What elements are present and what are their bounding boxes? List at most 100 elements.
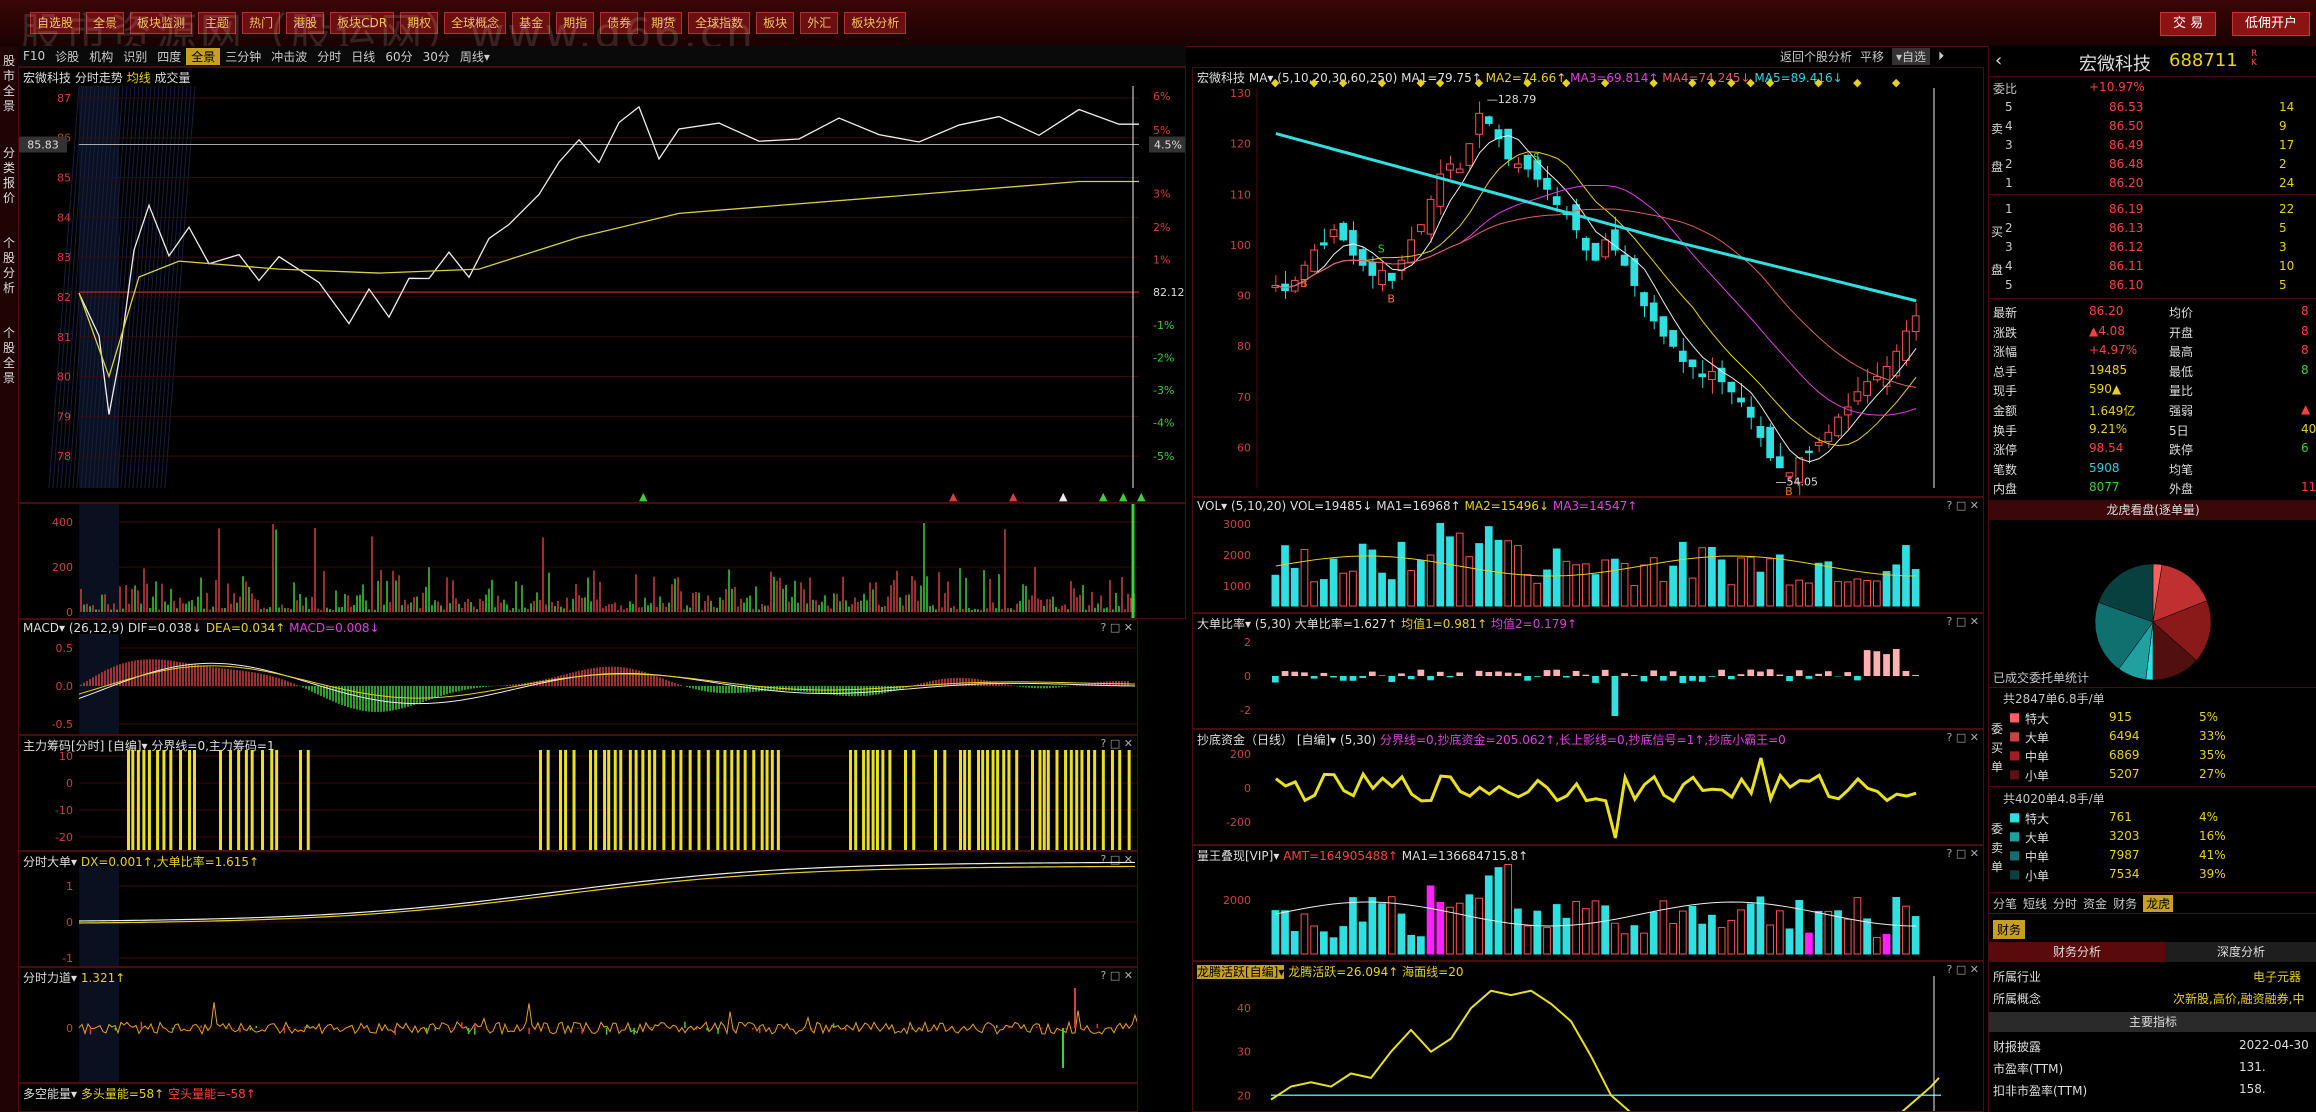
stat-value: +4.97%: [2089, 343, 2138, 358]
lwfx-bar: [1601, 905, 1610, 955]
sell-volume: 14: [2279, 100, 2295, 114]
quote-tab-4[interactable]: 财务: [2113, 895, 2137, 912]
big-ratio-chart[interactable]: 2 0 -2: [1193, 614, 1984, 729]
bottom-fund-chart[interactable]: 200 0 -200: [1193, 730, 1984, 845]
lwfx-bar: [1329, 937, 1338, 955]
toolbar-item-1[interactable]: 诊股: [50, 48, 84, 65]
ddb-bar: [1650, 670, 1658, 676]
kvol-bar: [1601, 559, 1610, 607]
ddb-bar: [1727, 676, 1735, 680]
toolbar-item-12[interactable]: 周线▾: [455, 48, 495, 65]
zlcm-bar: [131, 750, 135, 850]
kline-top-marker: ◆: [1378, 76, 1387, 89]
lwfx-bar: [1484, 875, 1493, 955]
zlcm-bar: [270, 750, 274, 850]
force-chart[interactable]: 0: [19, 968, 1138, 1083]
stat-label2: 最低: [2169, 364, 2194, 379]
kline-candle: [1601, 239, 1610, 258]
zlcm-bar: [1087, 750, 1091, 850]
toolbar-item-3[interactable]: 识别: [118, 48, 152, 65]
kline-candle: [1339, 222, 1348, 241]
side-label-row: 盘: [1989, 259, 2316, 279]
kline-candle: [1426, 198, 1435, 235]
stat-value2: 6: [2301, 441, 2309, 456]
ddb-bar: [1272, 676, 1279, 683]
quote-tab-0[interactable]: 分笔: [1993, 895, 2017, 912]
bull-bear-label[interactable]: 多空能量▾: [23, 1087, 77, 1101]
kline-candle: [1581, 237, 1590, 251]
signal-marker: ▲: [1099, 490, 1108, 503]
kline-sell-signal: S: [1533, 151, 1540, 164]
collapse-icon[interactable]: ⏵: [1938, 49, 1944, 64]
intraday-chart[interactable]: 8786858483828180797882.126%5%4.5%3%2%1%-…: [19, 68, 1186, 503]
kline-candle: [1368, 261, 1377, 276]
dd-auction-zone: [79, 866, 119, 966]
back-to-analysis-button[interactable]: 返回个股分析: [1780, 48, 1852, 65]
lwfx-bar: [1387, 896, 1396, 955]
zlcm-bar: [1101, 750, 1105, 850]
main-indicators-header: 主要指标: [1989, 1012, 2316, 1032]
kline-ma-line: [1275, 208, 1917, 388]
kvol-bar: [1310, 581, 1319, 607]
vtab-market[interactable]: 股市全景: [0, 54, 18, 114]
toolbar-item-8[interactable]: 分时: [312, 48, 346, 65]
toolbar-item-9[interactable]: 日线: [346, 48, 380, 65]
lwfx-bar: [1426, 885, 1435, 955]
kvol-bar: [1552, 548, 1561, 607]
vol-king-chart[interactable]: 2000: [1193, 846, 1984, 961]
finance-analysis-tab[interactable]: 财务分析: [1989, 942, 2165, 962]
stat-value: 98.54: [2089, 441, 2124, 456]
sell-row: 3 86.49 17: [1989, 136, 2316, 156]
kvol-chart[interactable]: 3000 2000 1000: [1193, 498, 1984, 613]
ref-price-label: 82.12: [1153, 286, 1185, 299]
open-account-button[interactable]: 低佣开户: [2232, 12, 2311, 36]
kvol-bar: [1863, 580, 1871, 607]
quote-tab-2[interactable]: 分时: [2053, 895, 2077, 912]
vtab-stock-analysis[interactable]: 个股分析: [0, 236, 18, 296]
lwfx-bar: [1688, 906, 1697, 955]
toolbar-item-7[interactable]: 冲击波: [266, 48, 312, 65]
intraday-price-line: [78, 105, 1140, 415]
finance-tab[interactable]: 财务: [1993, 920, 2026, 939]
zlcm-bar: [904, 750, 907, 850]
menu-item-15[interactable]: 外汇: [800, 12, 839, 34]
macd-chart[interactable]: 0.5 0.0 -0.5: [19, 620, 1138, 735]
menu-item-16[interactable]: 板块分析: [844, 12, 907, 34]
toolbar-item-4[interactable]: 四度: [152, 48, 186, 65]
kline-chart[interactable]: 13012011010090807060—128.79—54.05BBBSS◆ ◆…: [1193, 68, 1984, 497]
toolbar-item-10[interactable]: 60分: [380, 48, 417, 65]
menu-item-14[interactable]: 板块: [756, 12, 795, 34]
dragon-active-chart[interactable]: 40 30 20: [1193, 962, 1984, 1112]
zlcm-bar: [1080, 750, 1084, 850]
vtab-quote[interactable]: 分类报价: [0, 146, 18, 206]
stat-label2: 5日: [2169, 423, 2189, 438]
pan-button[interactable]: 平移: [1860, 48, 1884, 65]
toolbar-item-2[interactable]: 机构: [84, 48, 118, 65]
buy-price: 86.10: [2109, 278, 2144, 292]
vtab-stock-overview[interactable]: 个股全景: [0, 326, 18, 386]
quote-tab-5[interactable]: 龙虎: [2143, 894, 2174, 912]
signal-marker: ▲: [1059, 490, 1068, 503]
toolbar-item-0[interactable]: F10: [18, 49, 50, 63]
intraday-main-panel: 宏微科技 分时走势 均线 成交量 8786858483828180797882.…: [18, 67, 1186, 503]
trade-button[interactable]: 交 易: [2160, 12, 2217, 36]
stat-value: 590▲: [2089, 382, 2122, 397]
quote-rk-badge: R K: [2251, 49, 2258, 68]
big-order-chart[interactable]: 1 0 -1: [19, 852, 1138, 967]
quote-tab-1[interactable]: 短线: [2023, 895, 2047, 912]
toolbar-item-6[interactable]: 三分钟: [220, 48, 266, 65]
back-icon[interactable]: ‹: [1995, 50, 2002, 71]
kvol-bar: [1562, 560, 1571, 607]
stat-value: 1.649亿: [2089, 404, 2136, 418]
toolbar-item-5[interactable]: 全景: [186, 47, 221, 65]
toolbar-item-11[interactable]: 30分: [418, 48, 455, 65]
watchlist-select[interactable]: ▾自选: [1892, 47, 1931, 65]
main-chips-chart[interactable]: 10 0 -10 -20: [19, 736, 1138, 851]
intraday-volume-chart[interactable]: 400 200 0: [19, 504, 1186, 619]
sell-level: 1: [2005, 176, 2013, 190]
lthy-line: [1270, 989, 1940, 1111]
kvol-bar: [1678, 541, 1687, 607]
quote-tab-3[interactable]: 资金: [2083, 895, 2107, 912]
kvol-bar: [1339, 572, 1348, 607]
depth-analysis-tab[interactable]: 深度分析: [2165, 942, 2316, 962]
